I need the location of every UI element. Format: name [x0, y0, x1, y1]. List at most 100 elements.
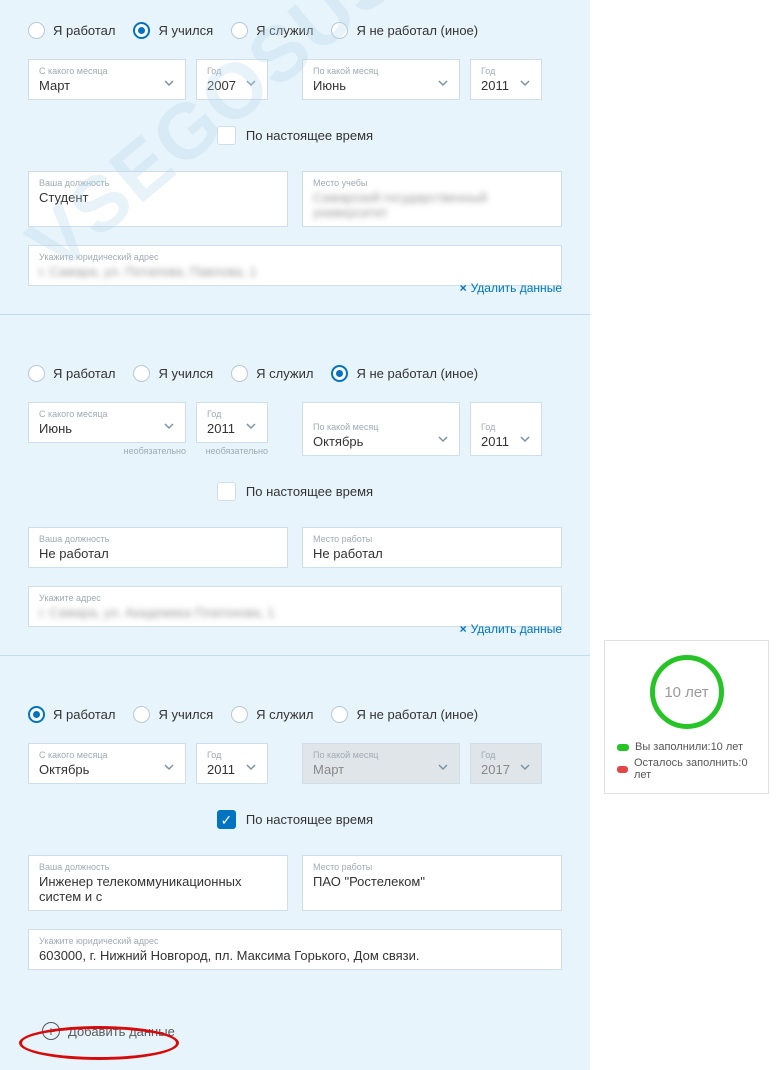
radio-label: Я служил — [256, 366, 313, 381]
field-value: 2011 — [207, 421, 235, 436]
select-field[interactable]: По какой месяцМарт — [302, 743, 460, 784]
radio-icon — [133, 365, 150, 382]
place-field[interactable]: Место работыПАО "Ростелеком" — [302, 855, 562, 911]
select-field[interactable]: С какого месяцаОктябрь — [28, 743, 186, 784]
field-value: 2011 — [207, 762, 235, 777]
present-checkbox[interactable] — [217, 482, 236, 501]
field-label: Год — [481, 66, 509, 76]
field-value: г. Самара, ул. Потапова, Павлова, 1 — [39, 264, 551, 279]
field-label: Укажите юридический адрес — [39, 936, 551, 946]
radio-icon — [331, 365, 348, 382]
select-field[interactable]: С какого месяцаМарт — [28, 59, 186, 100]
field-value: г. Самара, ул. Академика Платонова, 1 — [39, 605, 551, 620]
delete-button[interactable]: ×Удалить данные — [460, 281, 562, 295]
radio-worked[interactable]: Я работал — [28, 365, 115, 382]
date-row: С какого месяцаОктябрьГод2011 По какой ме… — [28, 743, 562, 784]
chevron-down-icon — [163, 420, 175, 432]
text-field[interactable]: Укажите адрес г. Самара, ул. Академика Пл… — [28, 586, 562, 627]
field-label: Место работы — [313, 534, 551, 544]
place-field[interactable]: Место учебы Самарский государственный уни… — [302, 171, 562, 227]
add-button[interactable]: + Добавить данные — [28, 1016, 189, 1046]
chevron-down-icon — [437, 77, 449, 89]
field-label: Ваша должность — [39, 862, 277, 872]
add-label: Добавить данные — [68, 1024, 175, 1039]
delete-button[interactable]: ×Удалить данные — [460, 622, 562, 636]
field-value: Инженер телекоммуникационных систем и с — [39, 874, 277, 904]
radio-studied[interactable]: Я учился — [133, 365, 213, 382]
radio-row: Я работал Я учился Я служил Я не работал (и… — [28, 365, 562, 382]
employment-section: Я работал Я учился Я служил Я не работал (и… — [0, 0, 590, 314]
radio-worked[interactable]: Я работал — [28, 706, 115, 723]
field-label: С какого месяца — [39, 409, 108, 419]
optional-hint: необязательно — [196, 446, 268, 456]
chevron-down-icon — [437, 433, 449, 445]
present-row: По настоящее время — [28, 482, 562, 501]
field-value: 2007 — [207, 78, 236, 93]
field-value: Студент — [39, 190, 277, 205]
radio-worked[interactable]: Я работал — [28, 22, 115, 39]
select-field[interactable]: С какого месяцаИюнь — [28, 402, 186, 443]
two-col-row: Ваша должность Студент Место учебы Самарски… — [28, 171, 562, 227]
select-field[interactable]: Год2011 — [470, 402, 542, 456]
present-checkbox[interactable]: ✓ — [217, 810, 236, 829]
close-icon: × — [460, 281, 467, 295]
radio-icon — [231, 22, 248, 39]
radio-label: Я служил — [256, 707, 313, 722]
dot-red-icon — [617, 766, 628, 773]
chevron-down-icon — [245, 761, 257, 773]
radio-none[interactable]: Я не работал (иное) — [331, 706, 478, 723]
field-label: Укажите адрес — [39, 593, 551, 603]
present-label: По настоящее время — [246, 484, 373, 499]
plus-icon: + — [42, 1022, 60, 1040]
chevron-down-icon — [437, 761, 449, 773]
radio-icon — [133, 22, 150, 39]
radio-served[interactable]: Я служил — [231, 22, 313, 39]
radio-icon — [231, 365, 248, 382]
select-field[interactable]: Год2007 — [196, 59, 268, 100]
field-value: Октябрь — [39, 762, 108, 777]
field-value: 2011 — [481, 434, 509, 449]
place-field[interactable]: Место работыНе работал — [302, 527, 562, 568]
present-row: По настоящее время — [28, 126, 562, 145]
field-value: Самарский государственный университет — [313, 190, 551, 220]
radio-none[interactable]: Я не работал (иное) — [331, 22, 478, 39]
radio-label: Я работал — [53, 366, 115, 381]
radio-icon — [331, 22, 348, 39]
select-field[interactable]: Год 2011 — [470, 59, 542, 100]
field-value: Март — [39, 78, 108, 93]
text-field[interactable]: Укажите юридический адресг. Самара, ул. … — [28, 245, 562, 286]
select-field[interactable]: Год2011 — [196, 743, 268, 784]
field-value: 603000, г. Нижний Новгород, пл. Максима … — [39, 948, 551, 963]
chevron-down-icon — [245, 420, 257, 432]
select-field[interactable]: Год2011 — [196, 402, 268, 443]
chevron-down-icon — [163, 761, 175, 773]
present-checkbox[interactable] — [217, 126, 236, 145]
field-label: Ваша должность — [39, 178, 277, 188]
radio-label: Я не работал (иное) — [356, 366, 478, 381]
text-field[interactable]: Укажите юридический адрес 603000, г. Нижн… — [28, 929, 562, 970]
radio-served[interactable]: Я служил — [231, 706, 313, 723]
position-field[interactable]: Ваша должность Студент — [28, 171, 288, 227]
radio-studied[interactable]: Я учился — [133, 22, 213, 39]
radio-label: Я учился — [158, 366, 213, 381]
radio-none[interactable]: Я не работал (иное) — [331, 365, 478, 382]
progress-ring: 10 лет — [650, 655, 724, 729]
position-field[interactable]: Ваша должностьНе работал — [28, 527, 288, 568]
radio-icon — [28, 22, 45, 39]
radio-label: Я работал — [53, 707, 115, 722]
dot-green-icon — [617, 744, 629, 751]
field-label: Место учебы — [313, 178, 551, 188]
chevron-down-icon — [519, 433, 531, 445]
radio-studied[interactable]: Я учился — [133, 706, 213, 723]
field-value: 2011 — [481, 78, 509, 93]
employment-section: ×Удалить данныеЯ работалЯ училсяЯ служил… — [0, 655, 590, 998]
radio-served[interactable]: Я служил — [231, 365, 313, 382]
field-label: Ваша должность — [39, 534, 277, 544]
employment-section: ×Удалить данные Я работал Я учился Я служил… — [0, 314, 590, 655]
select-field[interactable]: Год2017 — [470, 743, 542, 784]
select-field[interactable]: По какой месяцИюнь — [302, 59, 460, 100]
field-value: Март — [313, 762, 378, 777]
date-row: С какого месяцаМартГод2007По какой месяц… — [28, 59, 562, 100]
select-field[interactable]: По какой месяцОктябрь — [302, 402, 460, 456]
position-field[interactable]: Ваша должность Инженер телекоммуникационн… — [28, 855, 288, 911]
